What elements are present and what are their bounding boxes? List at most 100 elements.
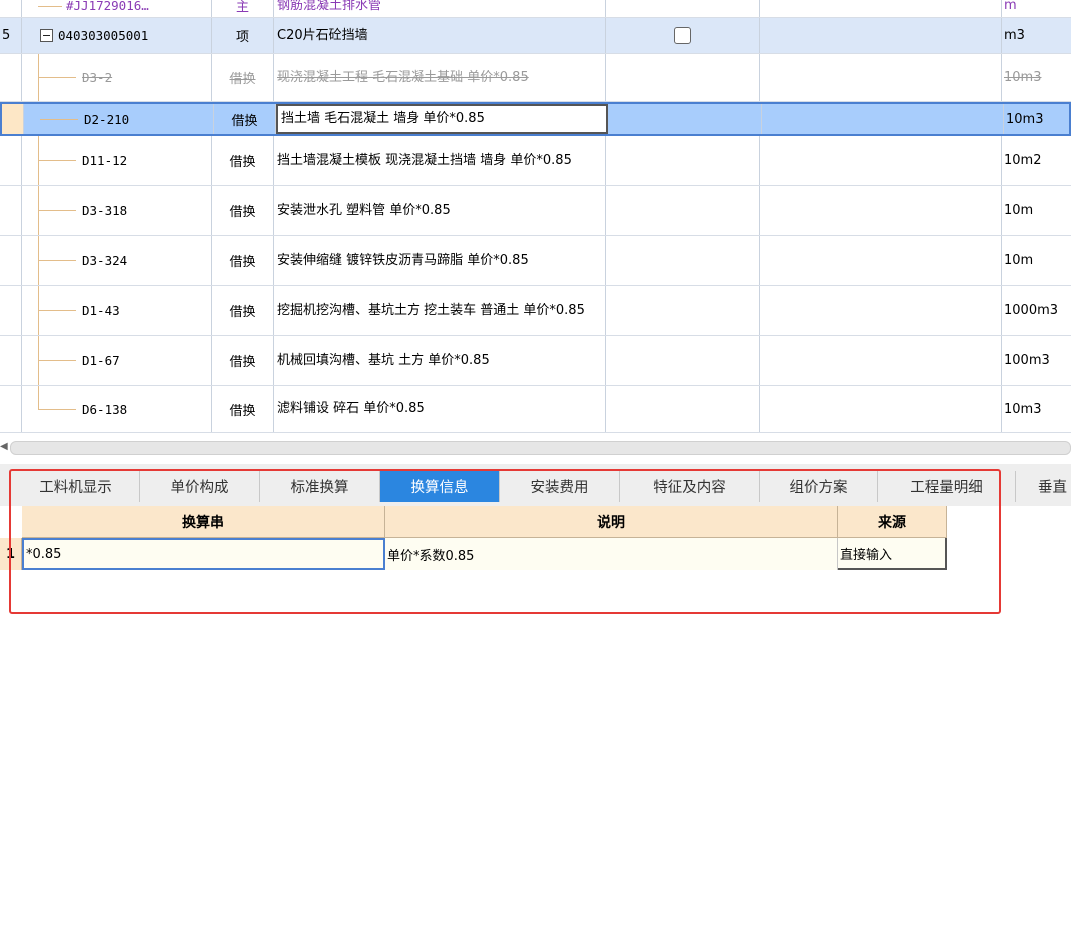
name-cell: 安装泄水孔 塑料管 单价*0.85 (274, 186, 606, 235)
unit-cell: m (1004, 0, 1017, 13)
tab-vertical[interactable]: 垂直 (1016, 471, 1071, 502)
unit-cell: 100m3 (1004, 353, 1050, 368)
row-index-cell (2, 104, 24, 134)
code-text: D2-210 (84, 111, 130, 127)
code-cell: D3-324 (22, 236, 212, 285)
blank-cell (760, 136, 1002, 185)
check-cell (606, 236, 760, 285)
blank-cell (760, 54, 1002, 101)
code-cell: D1-67 (22, 336, 212, 385)
tree-branch (38, 260, 76, 261)
table-row[interactable]: D6-138 借换 滤料铺设 碎石 单价*0.85 10m3 (0, 386, 1071, 433)
name-cell: 机械回填沟槽、基坑 土方 单价*0.85 (274, 336, 606, 385)
table-row[interactable]: D3-324 借换 安装伸缩缝 镀锌铁皮沥青马蹄脂 单价*0.85 10m (0, 236, 1071, 286)
row-index-cell (0, 286, 22, 335)
scroll-left-icon[interactable]: ◀ (0, 441, 8, 452)
type-cell: 借换 (212, 236, 274, 285)
table-row[interactable]: D3-2 借换 现浇混凝土工程 毛石混凝土基础 单价*0.85 10m3 (0, 54, 1071, 102)
tree-branch (38, 77, 76, 78)
blank-cell (760, 336, 1002, 385)
type-cell: 借换 (212, 136, 274, 185)
table-row[interactable]: D11-12 借换 挡土墙混凝土模板 现浇混凝土挡墙 墙身 单价*0.85 10… (0, 136, 1071, 186)
code-cell: D11-12 (22, 136, 212, 185)
name-cell: 挖掘机挖沟槽、基坑土方 挖土装车 普通土 单价*0.85 (274, 286, 606, 335)
type-cell: 项 (212, 18, 274, 53)
check-cell (606, 54, 760, 101)
row-index-cell (0, 136, 22, 185)
quota-grid: #JJ1729016… 主 钢筋混凝土排水管 m 5 040303005001 … (0, 0, 1071, 433)
type-cell: 借换 (212, 186, 274, 235)
type-cell: 借换 (212, 286, 274, 335)
name-cell: 安装伸缩缝 镀锌铁皮沥青马蹄脂 单价*0.85 (274, 236, 606, 285)
unit-cell: 1000m3 (1004, 303, 1059, 318)
tree-branch (38, 210, 76, 211)
unit-cell: 10m3 (1004, 70, 1042, 85)
row-index-cell (0, 54, 22, 101)
table-row[interactable]: D1-67 借换 机械回填沟槽、基坑 土方 单价*0.85 100m3 (0, 336, 1071, 386)
check-cell (606, 336, 760, 385)
code-cell: D6-138 (22, 386, 212, 432)
unit-cell: 10m2 (1004, 153, 1042, 168)
unit-cell: 10m3 (1006, 111, 1044, 127)
code-cell: 040303005001 (22, 18, 212, 53)
table-row[interactable]: D1-43 借换 挖掘机挖沟槽、基坑土方 挖土装车 普通土 单价*0.85 10… (0, 286, 1071, 336)
type-cell: 借换 (214, 104, 276, 134)
row-index-cell (0, 236, 22, 285)
code-text: D3-2 (82, 70, 113, 85)
code-cell: #JJ1729016… (22, 0, 212, 17)
check-cell (608, 104, 762, 134)
type-cell: 主 (212, 0, 274, 17)
tree-branch (38, 409, 76, 410)
type-cell: 借换 (212, 336, 274, 385)
table-row-selected[interactable]: D2-210 借换 挡土墙 毛石混凝土 墙身 单价*0.85 10m3 (0, 102, 1071, 136)
check-cell (606, 136, 760, 185)
name-cell: 钢筋混凝土排水管 (274, 0, 606, 17)
tree-branch (38, 6, 62, 7)
blank-cell (760, 18, 1002, 53)
tree-branch (38, 310, 76, 311)
tree-branch (40, 119, 78, 120)
tree-branch (38, 160, 76, 161)
row-index-cell: 5 (0, 18, 22, 53)
horizontal-scrollbar[interactable]: ◀ (0, 437, 1071, 457)
table-row[interactable]: #JJ1729016… 主 钢筋混凝土排水管 m (0, 0, 1071, 18)
code-cell: D3-318 (22, 186, 212, 235)
table-row[interactable]: D3-318 借换 安装泄水孔 塑料管 单价*0.85 10m (0, 186, 1071, 236)
table-row[interactable]: 5 040303005001 项 C20片石砼挡墙 m3 (0, 18, 1071, 54)
blank-cell (760, 386, 1002, 432)
code-text: D11-12 (82, 153, 128, 168)
blank-cell (760, 286, 1002, 335)
check-cell (606, 0, 760, 17)
unit-cell: 10m (1004, 203, 1034, 218)
scrollbar-thumb[interactable] (10, 441, 1071, 455)
name-cell: 现浇混凝土工程 毛石混凝土基础 单价*0.85 (274, 54, 606, 101)
code-text: D3-324 (82, 253, 128, 268)
name-cell-editing[interactable]: 挡土墙 毛石混凝土 墙身 单价*0.85 (276, 104, 608, 134)
code-cell: D1-43 (22, 286, 212, 335)
code-text: D6-138 (82, 401, 128, 417)
check-cell (606, 186, 760, 235)
row-index-cell (0, 386, 22, 432)
check-cell (606, 18, 760, 53)
type-cell: 借换 (212, 386, 274, 432)
collapse-icon[interactable] (40, 29, 53, 42)
code-cell: D3-2 (22, 54, 212, 101)
blank-cell (760, 186, 1002, 235)
blank-cell (760, 236, 1002, 285)
name-cell: 挡土墙混凝土模板 现浇混凝土挡墙 墙身 单价*0.85 (274, 136, 606, 185)
code-text: 040303005001 (58, 28, 149, 43)
code-text: D3-318 (82, 203, 128, 218)
tree-branch (38, 360, 76, 361)
code-text: D1-67 (82, 353, 120, 368)
name-cell: C20片石砼挡墙 (274, 18, 606, 53)
unit-cell: 10m (1004, 253, 1034, 268)
code-text: #JJ1729016… (66, 0, 149, 13)
highlight-box (9, 469, 1001, 614)
row-checkbox[interactable] (674, 27, 691, 44)
type-cell: 借换 (212, 54, 274, 101)
row-index-cell (0, 336, 22, 385)
unit-cell: 10m3 (1004, 401, 1042, 417)
name-cell: 滤料铺设 碎石 单价*0.85 (274, 386, 606, 432)
check-cell (606, 386, 760, 432)
blank-cell (762, 104, 1004, 134)
